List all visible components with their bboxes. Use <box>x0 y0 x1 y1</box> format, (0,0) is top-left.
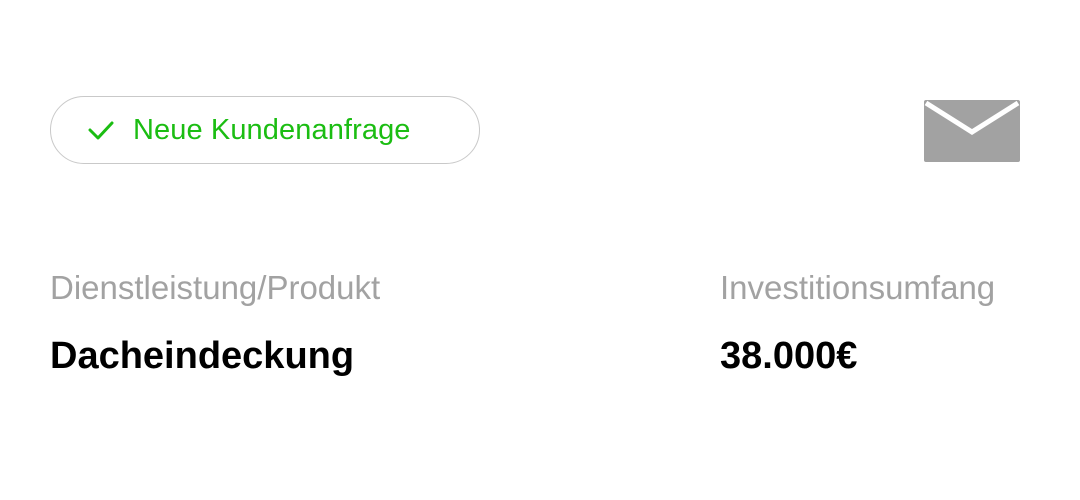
service-label: Dienstleistung/Produkt <box>50 269 381 306</box>
service-field: Dienstleistung/Produkt Dacheindeckung <box>50 268 380 379</box>
status-label: Neue Kundenanfrage <box>133 113 411 146</box>
check-icon <box>87 116 115 144</box>
investment-value: 38.000€ <box>720 335 858 377</box>
service-value: Dacheindeckung <box>50 335 355 377</box>
investment-label: Investitionsumfang <box>720 269 996 306</box>
status-badge: Neue Kundenanfrage <box>50 96 480 164</box>
investment-field: Investitionsumfang 38.000€ <box>720 268 995 379</box>
envelope-icon[interactable] <box>924 100 1020 162</box>
